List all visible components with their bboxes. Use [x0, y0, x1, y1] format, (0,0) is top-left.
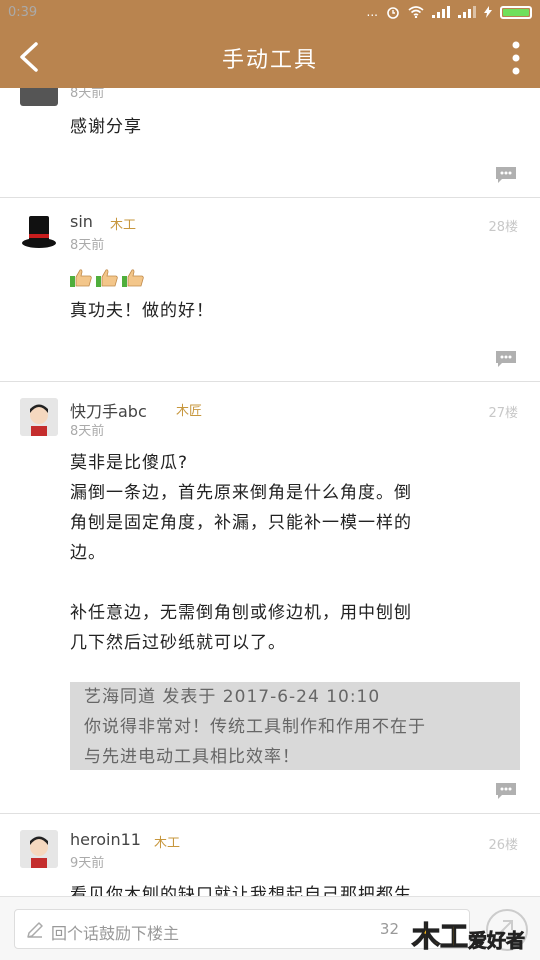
reply-item: heroin11 木工 9天前 26楼 看见你木刨的缺口就让我想起自己那把都生 — [0, 814, 540, 896]
site-watermark-logo: 木工 爱好者 — [410, 919, 525, 953]
user-rank: 木工 — [110, 218, 137, 233]
post-time: 8天前 — [70, 238, 105, 253]
user-name[interactable]: 快刀手abc — [70, 398, 147, 422]
reply-bar: 回个话鼓励下楼主 32 木工 爱好者 — [0, 896, 540, 960]
app-header: 手动工具 — [0, 26, 540, 88]
quoted-reply: 艺海同道 发表于 2017-6-24 10:10 你说得非常对！传统工具制作和作… — [70, 682, 520, 770]
user-rank: 木工 — [154, 836, 181, 851]
svg-text:木工: 木工 — [411, 920, 468, 953]
status-icons: ... — [367, 5, 532, 19]
charging-icon — [484, 6, 492, 18]
post-content-line: 几下然后过砂纸就可以了。 — [70, 633, 286, 653]
status-time: 0:39 — [8, 5, 38, 20]
status-bar: 0:39 ... — [0, 0, 540, 26]
post-content-line: 边。 — [70, 543, 106, 563]
avatar[interactable] — [20, 830, 58, 868]
more-dots-icon: ... — [366, 5, 378, 19]
floor-number: 28楼 — [488, 220, 518, 235]
floor-number: 27楼 — [488, 406, 518, 421]
reply-item: 快刀手abc 木匠 8天前 27楼 莫非是比傻瓜? 漏倒一条边，首先原来倒角是什… — [0, 382, 540, 812]
pencil-icon — [27, 922, 43, 938]
post-time: 8天前 — [70, 424, 105, 439]
cartoon-avatar-icon — [20, 398, 58, 436]
post-content: 看见你木刨的缺口就让我想起自己那把都生 — [70, 885, 412, 896]
user-name[interactable]: sin — [70, 212, 93, 231]
reply-feed: 8天前 感谢分享 sin 木工 8天前 28楼 真功夫！做的好！ 快刀手abc … — [0, 88, 540, 896]
avatar[interactable] — [20, 88, 58, 106]
post-content-line: 角刨是固定角度，补漏，只能补一模一样的 — [70, 513, 412, 533]
thumbs-up-icon — [122, 269, 144, 287]
thumbs-up-icon — [70, 269, 92, 287]
avatar[interactable] — [20, 398, 58, 436]
thumbs-up-emoji-row — [70, 268, 146, 288]
post-content-line: 莫非是比傻瓜? — [70, 453, 189, 473]
post-time: 9天前 — [70, 856, 105, 871]
post-content-line: 补任意边，无需倒角刨或修边机，用中刨刨 — [70, 603, 412, 623]
user-name[interactable]: heroin11 — [70, 830, 141, 849]
thumbs-up-icon — [96, 269, 118, 287]
comment-icon[interactable] — [494, 166, 518, 184]
quote-line: 你说得非常对！传统工具制作和作用不在于 — [84, 717, 426, 737]
reply-item: 8天前 感谢分享 — [0, 88, 540, 198]
reply-item: sin 木工 8天前 28楼 真功夫！做的好！ — [0, 198, 540, 382]
comment-icon[interactable] — [494, 782, 518, 800]
post-content: 真功夫！做的好！ — [70, 301, 214, 321]
avatar[interactable] — [20, 212, 58, 250]
post-content-line: 漏倒一条边，首先原来倒角是什么角度。倒 — [70, 483, 412, 503]
post-time: 8天前 — [70, 88, 105, 101]
cartoon-avatar-icon — [20, 830, 58, 868]
svg-text:爱好者: 爱好者 — [468, 929, 525, 952]
signal-icon-2 — [458, 6, 476, 18]
user-rank: 木匠 — [176, 404, 203, 419]
quote-header: 艺海同道 发表于 2017-6-24 10:10 — [84, 687, 381, 707]
signal-icon — [432, 6, 450, 18]
wifi-icon — [408, 6, 424, 18]
floor-number: 26楼 — [488, 838, 518, 853]
reply-placeholder: 回个话鼓励下楼主 — [51, 924, 180, 943]
quote-line: 与先进电动工具相比效率！ — [84, 747, 300, 767]
more-menu-icon[interactable] — [510, 40, 522, 76]
top-hat-avatar-icon — [22, 216, 56, 248]
alarm-icon — [387, 7, 399, 19]
battery-icon — [500, 5, 532, 19]
reply-input[interactable]: 回个话鼓励下楼主 32 — [14, 909, 470, 949]
char-count: 32 — [379, 920, 399, 938]
page-title: 手动工具 — [221, 48, 318, 73]
post-content: 感谢分享 — [70, 117, 142, 137]
comment-icon[interactable] — [494, 350, 518, 368]
